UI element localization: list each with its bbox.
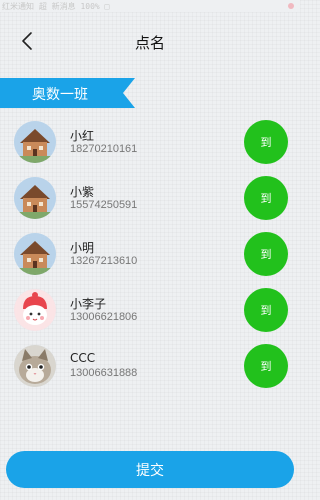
- status-indicator: [288, 3, 294, 9]
- student-row: 小李子 13006621806 到: [0, 283, 300, 339]
- status-bar: 红米通知 超 新消息 100% □: [0, 0, 300, 12]
- student-phone: 13267213610: [70, 255, 138, 267]
- cat-avatar: [14, 345, 56, 387]
- student-phone: 13006621806: [70, 311, 138, 323]
- student-name: CCC: [70, 351, 96, 365]
- check-in-button[interactable]: 到: [244, 176, 288, 220]
- check-in-button[interactable]: 到: [244, 232, 288, 276]
- student-name: 小李子: [70, 297, 107, 311]
- house-avatar: [14, 177, 56, 219]
- student-name: 小明: [70, 241, 95, 255]
- cartoon-avatar: [14, 289, 56, 331]
- house-avatar: [14, 233, 56, 275]
- student-phone: 18270210161: [70, 143, 138, 155]
- house-avatar: [14, 121, 56, 163]
- status-text: 红米通知 超 新消息 100% □: [2, 2, 110, 11]
- student-name: 小紫: [70, 185, 95, 199]
- class-tab-label: 奥数一班: [32, 87, 88, 103]
- student-phone: 15574250591: [70, 199, 138, 211]
- student-row: 小红 18270210161 到: [0, 115, 300, 171]
- student-name: 小红: [70, 129, 95, 143]
- check-in-button[interactable]: 到: [244, 344, 288, 388]
- student-phone: 13006631888: [70, 367, 138, 379]
- submit-button[interactable]: 提交: [6, 451, 294, 488]
- check-in-button[interactable]: 到: [244, 288, 288, 332]
- check-in-button[interactable]: 到: [244, 120, 288, 164]
- header: 点名: [0, 12, 300, 70]
- page-title: 点名: [134, 34, 165, 52]
- student-row: 小明 13267213610 到: [0, 227, 300, 283]
- student-row: CCC 13006631888 到: [0, 339, 300, 395]
- class-tab[interactable]: 奥数一班: [0, 78, 135, 108]
- student-row: 小紫 15574250591 到: [0, 171, 300, 227]
